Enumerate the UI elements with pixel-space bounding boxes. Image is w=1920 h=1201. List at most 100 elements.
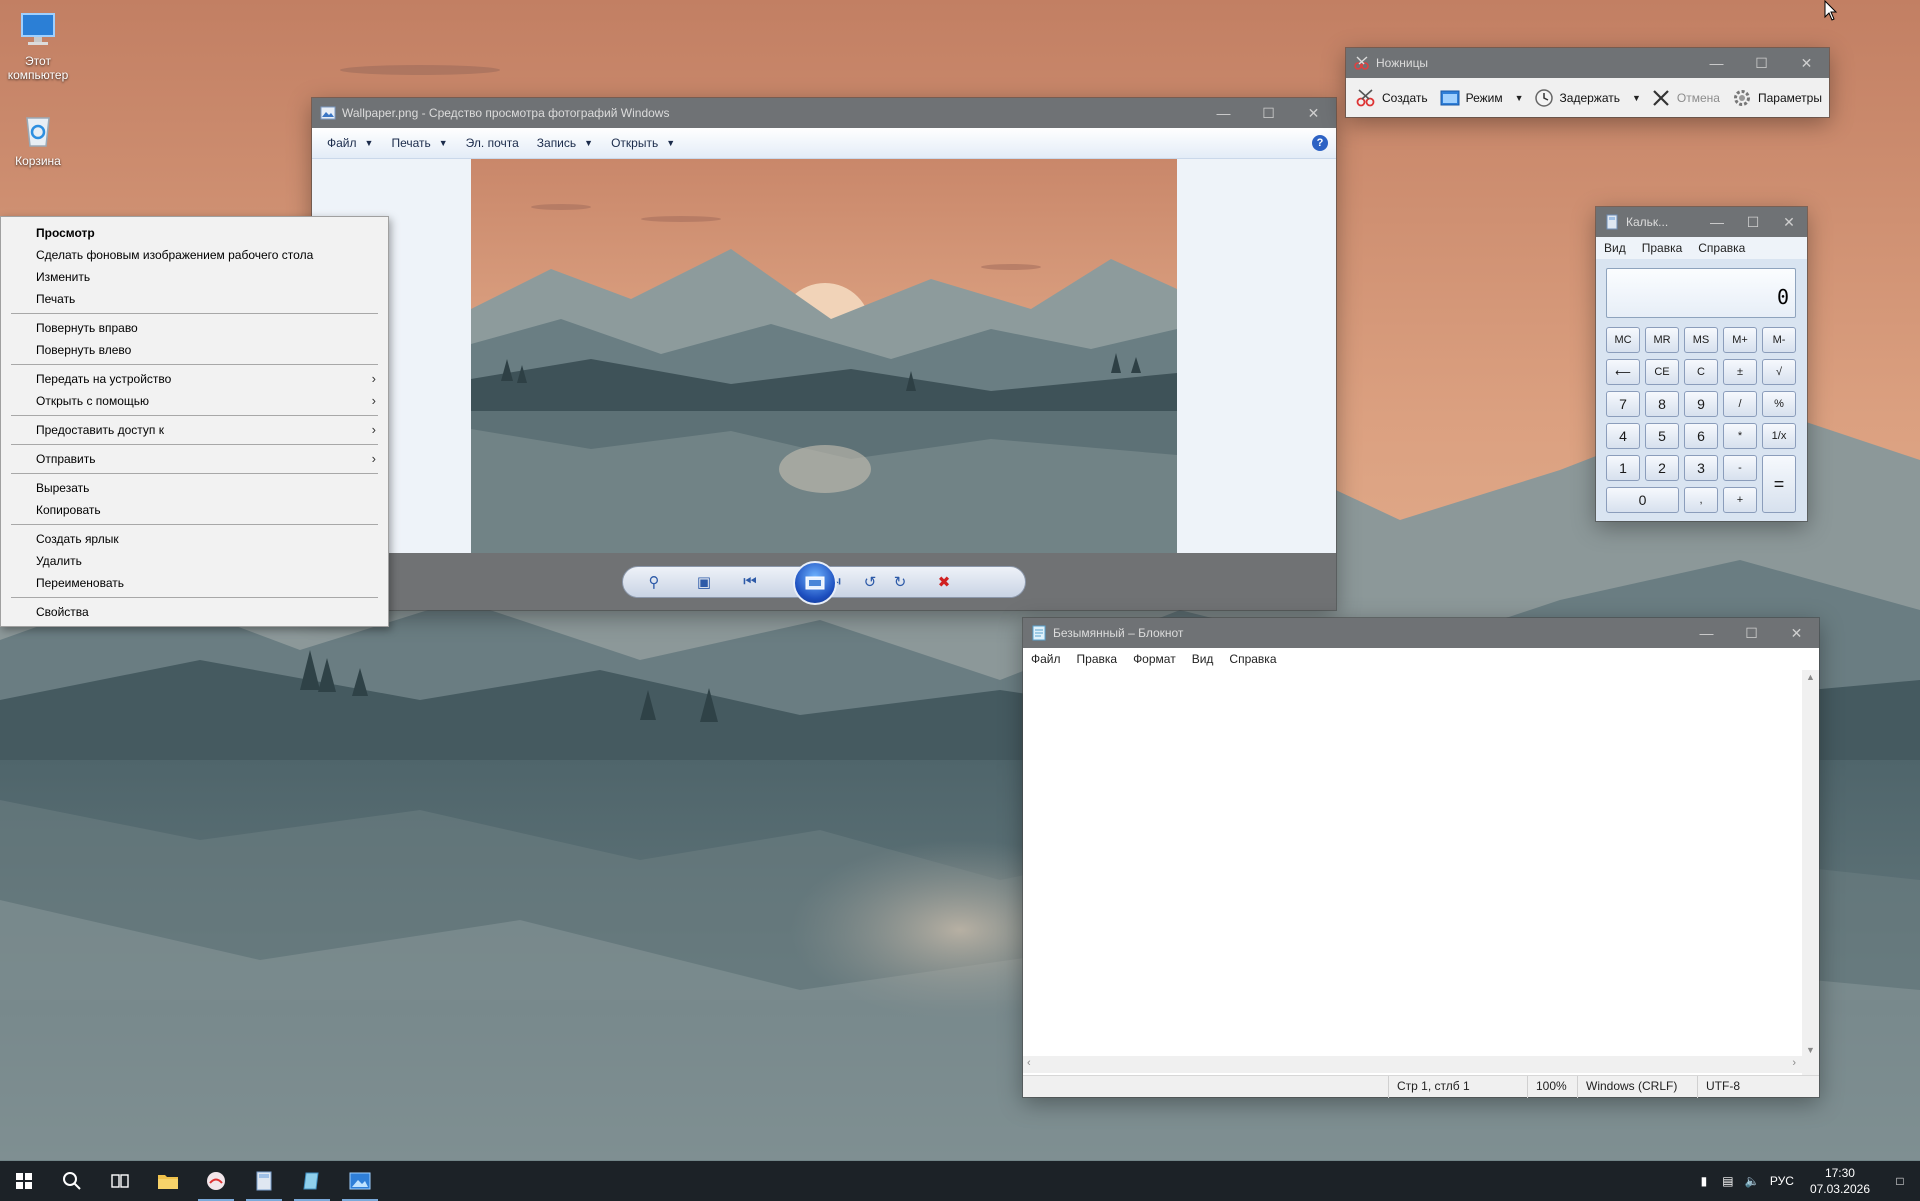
context-menu-item[interactable]: Копировать <box>1 499 388 521</box>
scroll-down-arrow[interactable]: ▼ <box>1802 1045 1819 1055</box>
calc-key[interactable]: = <box>1762 455 1796 513</box>
calc-key[interactable]: 2 <box>1645 455 1679 481</box>
close-button[interactable]: ✕ <box>1774 618 1819 648</box>
delay-button[interactable]: Задержать <box>1528 83 1626 113</box>
desktop-icon-this-pc[interactable]: Этот компьютер <box>0 10 76 82</box>
calc-key[interactable]: MR <box>1645 327 1679 353</box>
close-button[interactable]: ✕ <box>1784 48 1829 78</box>
context-menu-item[interactable]: Создать ярлык <box>1 528 388 550</box>
mode-button[interactable]: Режим <box>1434 83 1509 113</box>
menu-view[interactable]: Вид <box>1184 652 1222 666</box>
chevron-down-icon[interactable]: ▼ <box>1515 93 1524 103</box>
context-menu-item[interactable]: Передать на устройство › <box>1 368 388 390</box>
calc-key[interactable]: - <box>1723 455 1757 481</box>
context-menu-item[interactable]: Отправить › <box>1 448 388 470</box>
calc-key[interactable]: 9 <box>1684 391 1718 417</box>
scroll-up-arrow[interactable]: ▲ <box>1802 672 1819 682</box>
minimize-button[interactable]: — <box>1684 618 1729 648</box>
context-menu-item[interactable]: Повернуть вправо <box>1 317 388 339</box>
new-snip-button[interactable]: Создать <box>1350 83 1434 113</box>
calc-key[interactable]: 6 <box>1684 423 1718 449</box>
calc-key[interactable]: ⟵ <box>1606 359 1640 385</box>
context-menu-item[interactable]: Изменить <box>1 266 388 288</box>
zoom-icon[interactable]: ⚲ <box>639 570 669 594</box>
rotate-left-icon[interactable]: ↺ <box>855 570 885 594</box>
context-menu-item[interactable]: Сделать фоновым изображением рабочего ст… <box>1 244 388 266</box>
context-menu-item[interactable]: Открыть с помощью › <box>1 390 388 412</box>
menu-edit[interactable]: Правка <box>1634 241 1691 255</box>
maximize-button[interactable]: ☐ <box>1739 48 1784 78</box>
maximize-button[interactable]: ☐ <box>1729 618 1774 648</box>
desktop-icon-recycle-bin[interactable]: Корзина <box>0 110 76 168</box>
taskbar-snipping-tool[interactable] <box>192 1161 240 1201</box>
menu-open[interactable]: Открыть ▼ <box>602 136 684 150</box>
menu-file[interactable]: Файл ▼ <box>318 136 382 150</box>
slideshow-button[interactable] <box>793 560 837 605</box>
scroll-right-arrow[interactable]: › <box>1792 1057 1796 1069</box>
minimize-button[interactable]: — <box>1694 48 1739 78</box>
calc-key[interactable]: % <box>1762 391 1796 417</box>
context-menu-item[interactable]: Вырезать <box>1 477 388 499</box>
actual-size-icon[interactable]: ▣ <box>689 570 719 594</box>
snipping-tool-titlebar[interactable]: Ножницы — ☐ ✕ <box>1346 48 1829 78</box>
calc-key[interactable]: 0 <box>1606 487 1679 513</box>
calc-key[interactable]: √ <box>1762 359 1796 385</box>
calc-key[interactable]: M+ <box>1723 327 1757 353</box>
options-button[interactable]: Параметры <box>1726 83 1828 113</box>
context-menu-item[interactable]: Свойства <box>1 601 388 623</box>
task-view-button[interactable] <box>96 1161 144 1201</box>
taskbar-notepad[interactable] <box>288 1161 336 1201</box>
calc-key[interactable]: , <box>1684 487 1718 513</box>
maximize-button[interactable]: ☐ <box>1246 98 1291 128</box>
delete-icon[interactable]: ✖ <box>929 570 959 594</box>
search-button[interactable] <box>48 1161 96 1201</box>
calc-key[interactable]: 1/x <box>1762 423 1796 449</box>
context-menu-item[interactable]: Удалить <box>1 550 388 572</box>
calc-key[interactable]: 5 <box>1645 423 1679 449</box>
calc-key[interactable]: ± <box>1723 359 1757 385</box>
menu-print[interactable]: Печать ▼ <box>382 136 456 150</box>
calc-key[interactable]: * <box>1723 423 1757 449</box>
menu-help[interactable]: Справка <box>1221 652 1284 666</box>
help-icon[interactable]: ? <box>1312 135 1328 151</box>
battery-icon[interactable]: ▮ <box>1692 1174 1716 1188</box>
context-menu-item[interactable]: Просмотр <box>1 222 388 244</box>
volume-icon[interactable]: 🔈 <box>1740 1174 1764 1188</box>
calc-key[interactable]: MS <box>1684 327 1718 353</box>
calc-key[interactable]: MC <box>1606 327 1640 353</box>
calc-key[interactable]: 4 <box>1606 423 1640 449</box>
context-menu-item[interactable]: Переименовать <box>1 572 388 594</box>
close-button[interactable]: ✕ <box>1771 207 1807 237</box>
maximize-button[interactable]: ☐ <box>1735 207 1771 237</box>
calc-key[interactable]: 8 <box>1645 391 1679 417</box>
menu-view[interactable]: Вид <box>1596 241 1634 255</box>
menu-burn[interactable]: Запись ▼ <box>528 136 602 150</box>
taskbar-photo-viewer[interactable] <box>336 1161 384 1201</box>
close-button[interactable]: ✕ <box>1291 98 1336 128</box>
taskbar-explorer[interactable] <box>144 1161 192 1201</box>
notepad-titlebar[interactable]: Безымянный – Блокнот — ☐ ✕ <box>1023 618 1819 648</box>
photo-viewer-titlebar[interactable]: Wallpaper.png - Средство просмотра фотог… <box>312 98 1336 128</box>
network-icon[interactable]: ▤ <box>1716 1174 1740 1188</box>
calc-key[interactable]: / <box>1723 391 1757 417</box>
calc-key[interactable]: 7 <box>1606 391 1640 417</box>
chevron-down-icon[interactable]: ▼ <box>1632 93 1641 103</box>
context-menu-item[interactable]: Повернуть влево <box>1 339 388 361</box>
notifications-icon[interactable]: □ <box>1880 1174 1920 1188</box>
calc-key[interactable]: M- <box>1762 327 1796 353</box>
minimize-button[interactable]: — <box>1201 98 1246 128</box>
calculator-titlebar[interactable]: Кальк... — ☐ ✕ <box>1596 207 1807 237</box>
rotate-right-icon[interactable]: ↻ <box>885 570 915 594</box>
calc-key[interactable]: C <box>1684 359 1718 385</box>
vertical-scrollbar[interactable]: ▲ ▼ <box>1802 670 1819 1075</box>
horizontal-scrollbar[interactable]: ‹ › <box>1023 1056 1802 1073</box>
clock[interactable]: 17:30 07.03.2026 <box>1800 1165 1880 1197</box>
taskbar-calculator[interactable] <box>240 1161 288 1201</box>
notepad-text-area[interactable] <box>1023 670 1802 1075</box>
start-button[interactable] <box>0 1161 48 1201</box>
calc-key[interactable]: 1 <box>1606 455 1640 481</box>
scroll-left-arrow[interactable]: ‹ <box>1027 1057 1031 1069</box>
photo-canvas[interactable] <box>312 159 1336 553</box>
context-menu-item[interactable]: Предоставить доступ к › <box>1 419 388 441</box>
menu-email[interactable]: Эл. почта <box>457 136 528 150</box>
